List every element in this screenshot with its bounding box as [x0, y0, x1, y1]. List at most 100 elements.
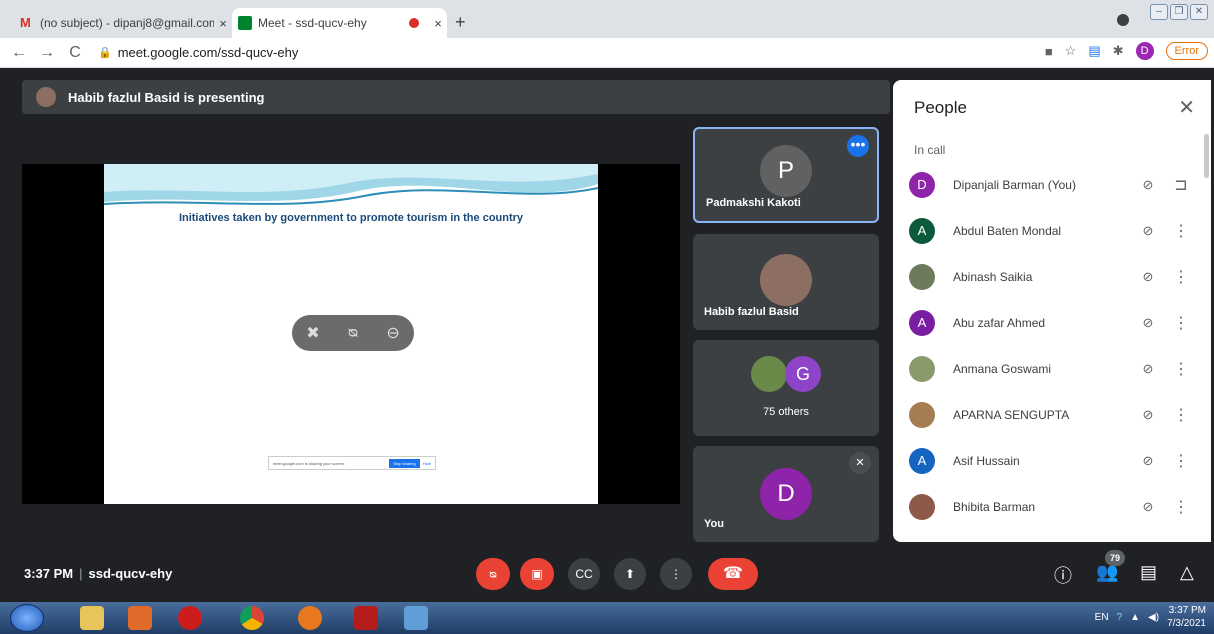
panel-scrollbar[interactable]	[1204, 134, 1209, 178]
participant-avatar	[760, 254, 812, 306]
new-tab-button[interactable]: +	[455, 12, 466, 33]
unpin-icon[interactable]: ✖	[306, 323, 319, 343]
meeting-code: ssd-qucv-ehy	[88, 566, 173, 581]
present-now-button[interactable]: ⬆	[614, 558, 646, 590]
activities-icon[interactable]: △	[1180, 562, 1194, 583]
camera-icon[interactable]: ■	[1045, 44, 1053, 59]
captions-button[interactable]: CC	[568, 558, 600, 590]
clock-date: 7/3/2021	[1167, 618, 1206, 629]
opera-icon[interactable]	[178, 606, 202, 630]
participant-avatar	[751, 356, 787, 392]
more-options-button[interactable]: ⋮	[660, 558, 692, 590]
participant-avatar: P	[760, 145, 812, 197]
member-avatar	[909, 264, 935, 290]
more-options-icon[interactable]: ⋮	[1163, 359, 1199, 379]
participant-name: Padmakshi Kakoti	[706, 197, 801, 209]
camera-toggle-button[interactable]: ▣	[520, 558, 554, 590]
presenting-banner: Habib fazlul Basid is presenting	[22, 80, 890, 114]
chrome-icon[interactable]	[240, 606, 264, 630]
member-avatar: A	[909, 448, 935, 474]
list-item: Bhibita Barman ⊘ ⋮	[909, 484, 1199, 530]
language-indicator[interactable]: EN	[1095, 612, 1109, 623]
list-item: Anmana Goswami ⊘ ⋮	[909, 346, 1199, 392]
member-name: Abu zafar Ahmed	[953, 316, 1046, 330]
reading-list-icon[interactable]: ▤	[1088, 43, 1100, 59]
separator: |	[79, 566, 83, 581]
list-item: Abinash Saikia ⊘ ⋮	[909, 254, 1199, 300]
member-avatar	[909, 356, 935, 382]
forward-icon[interactable]: →	[38, 44, 56, 62]
more-options-icon[interactable]: •••	[847, 135, 869, 157]
participant-tile[interactable]: P ••• Padmakshi Kakoti	[693, 127, 879, 223]
list-item: A Abdul Baten Mondal ⊘ ⋮	[909, 208, 1199, 254]
info-icon[interactable]: ⓘ	[1054, 562, 1072, 588]
tab-title: (no subject) - dipanj8@gmail.com	[40, 16, 214, 30]
others-tile[interactable]: G 75 others	[693, 340, 879, 436]
chat-icon[interactable]: ▤	[1140, 562, 1157, 583]
leave-call-button[interactable]: ☎	[708, 558, 758, 590]
tab-close-icon[interactable]: ×	[214, 16, 232, 31]
window-controls: – ❐ ✕	[1150, 4, 1208, 20]
tab-gmail[interactable]: M (no subject) - dipanj8@gmail.com ×	[20, 8, 232, 38]
tile-controls-overlay: ✖ ᴓ ⊖	[292, 315, 414, 351]
system-clock[interactable]: 3:37 PM 7/3/2021	[1167, 604, 1206, 630]
url-field[interactable]: 🔒 meet.google.com/ssd-qucv-ehy	[98, 45, 298, 60]
tab-close-icon[interactable]: ×	[429, 16, 447, 31]
screen-share-bar: meet.google.com is sharing your screen. …	[268, 456, 436, 470]
start-button[interactable]	[10, 604, 44, 632]
volume-icon[interactable]: ◀)	[1148, 612, 1159, 623]
hide-share-bar-button[interactable]: Hide	[423, 461, 431, 466]
member-name: Anmana Goswami	[953, 362, 1052, 376]
participant-name: Habib fazlul Basid	[704, 306, 799, 318]
participant-avatar: G	[785, 356, 821, 392]
reload-icon[interactable]: C	[66, 44, 84, 62]
help-icon[interactable]: ?	[1117, 612, 1123, 623]
firefox-icon[interactable]	[298, 606, 322, 630]
others-count: 75 others	[763, 406, 809, 418]
remove-icon[interactable]: ⊖	[386, 323, 399, 343]
control-panel-icon[interactable]	[404, 606, 428, 630]
more-options-icon[interactable]: ⋮	[1163, 405, 1199, 425]
list-item: A Asif Hussain ⊘ ⋮	[909, 438, 1199, 484]
slide-wave-banner	[104, 164, 598, 205]
stop-sharing-button[interactable]: Stop sharing	[389, 458, 420, 468]
more-options-icon[interactable]: ⋮	[1163, 451, 1199, 471]
slide-title: Initiatives taken by government to promo…	[178, 212, 524, 224]
presenting-label: Habib fazlul Basid is presenting	[68, 89, 265, 105]
mic-off-icon: ✕	[849, 452, 871, 474]
more-options-icon[interactable]: ⋮	[1163, 497, 1199, 517]
participant-tile[interactable]: Habib fazlul Basid	[693, 234, 879, 330]
close-window-icon[interactable]: ✕	[1190, 4, 1208, 20]
media-player-icon[interactable]	[128, 606, 152, 630]
back-icon[interactable]: ←	[10, 44, 28, 62]
error-button[interactable]: Error	[1165, 42, 1208, 60]
member-name: Abinash Saikia	[953, 270, 1033, 284]
account-icon[interactable]	[1117, 14, 1129, 26]
presentation-stage: Initiatives taken by government to promo…	[22, 164, 680, 504]
more-options-icon[interactable]: ⋮	[1163, 267, 1199, 287]
more-options-icon[interactable]: ⋮	[1163, 313, 1199, 333]
self-tile[interactable]: D ✕ You	[693, 446, 879, 542]
lock-icon[interactable]: 🔒	[98, 46, 112, 59]
mic-off-icon: ⊘	[1142, 315, 1154, 330]
system-tray: EN ? ▲ ◀) 3:37 PM 7/3/2021	[1095, 604, 1206, 630]
tab-meet[interactable]: Meet - ssd-qucv-ehy ×	[232, 8, 447, 38]
mic-toggle-button[interactable]: ᴓ	[476, 558, 510, 590]
shared-slide: Initiatives taken by government to promo…	[104, 164, 598, 504]
star-icon[interactable]: ☆	[1065, 43, 1077, 59]
winzip-icon[interactable]	[354, 606, 378, 630]
share-message: meet.google.com is sharing your screen.	[273, 460, 346, 466]
close-icon[interactable]: ✕	[1178, 95, 1195, 120]
mute-icon[interactable]: ᴓ	[348, 324, 358, 342]
network-icon[interactable]: ▲	[1130, 612, 1140, 623]
pin-icon[interactable]: ⊐	[1163, 175, 1199, 195]
more-options-icon[interactable]: ⋮	[1163, 221, 1199, 241]
restore-icon[interactable]: ❐	[1170, 4, 1188, 20]
profile-avatar[interactable]: D	[1135, 42, 1154, 60]
mic-off-icon: ⊘	[1142, 269, 1154, 284]
minimize-icon[interactable]: –	[1150, 4, 1168, 20]
mic-off-icon: ⊘	[1142, 453, 1154, 468]
people-icon[interactable]: 👥	[1096, 562, 1118, 583]
extensions-icon[interactable]: ✱	[1113, 43, 1124, 59]
explorer-icon[interactable]	[80, 606, 104, 630]
